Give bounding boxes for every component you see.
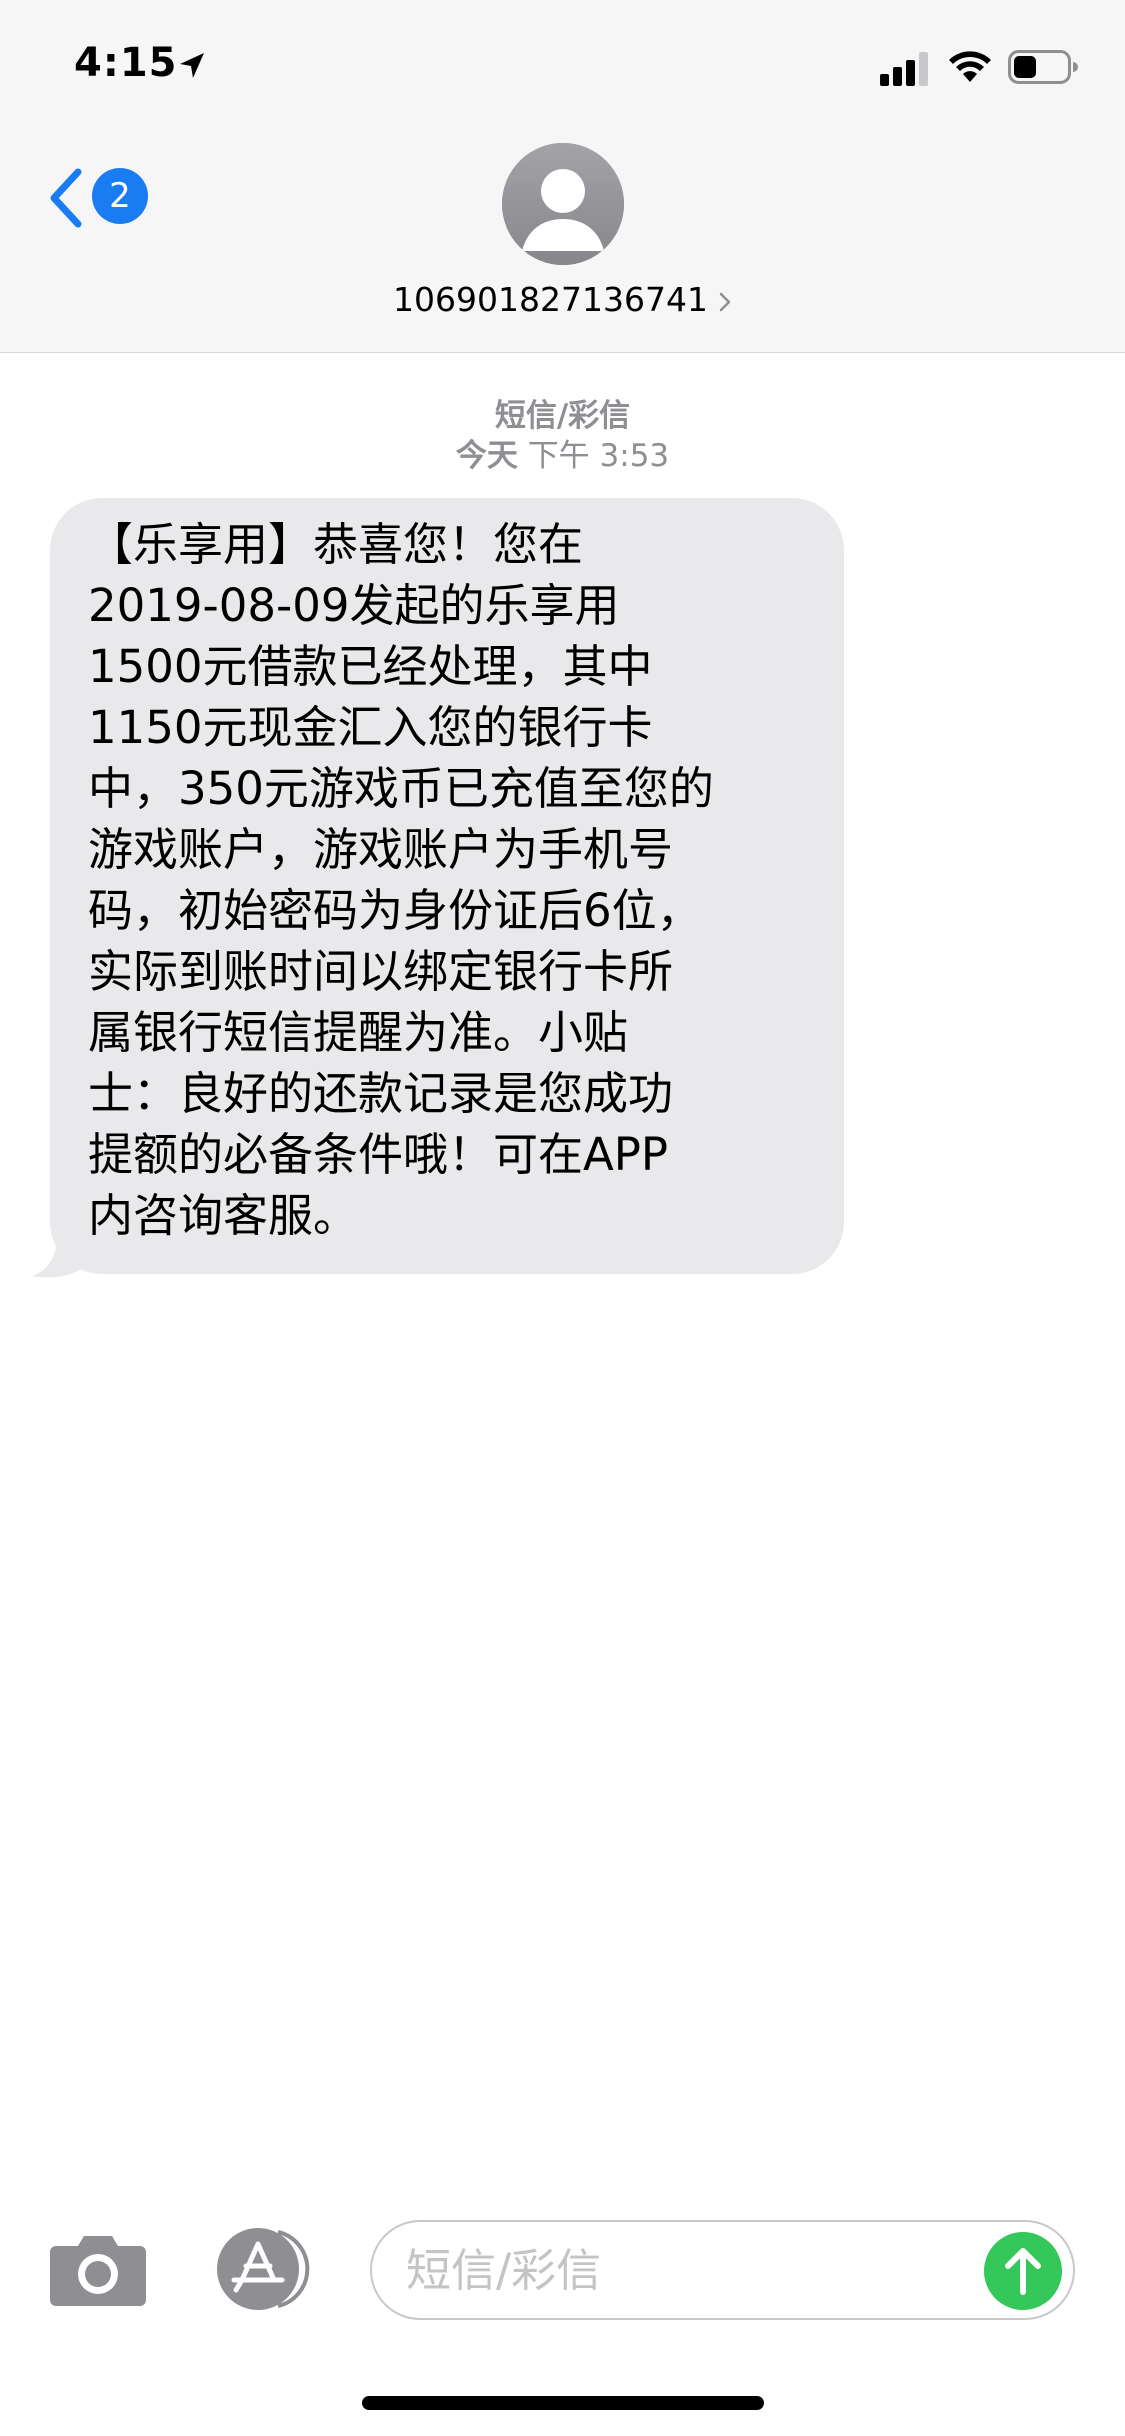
person-silhouette-icon — [502, 143, 624, 265]
chevron-left-icon — [50, 168, 82, 228]
arrow-up-icon — [1005, 2248, 1041, 2295]
battery-icon — [1008, 50, 1078, 84]
status-time: 4:15 — [74, 40, 178, 86]
camera-button[interactable] — [50, 2232, 146, 2306]
unread-count-badge: 2 — [92, 168, 148, 224]
chevron-right-icon — [719, 292, 731, 311]
contact-info-link[interactable]: 106901827136741 — [0, 280, 1125, 324]
send-button[interactable] — [984, 2232, 1062, 2310]
message-text: 【乐享用】恭喜您！您在 2019-08-09发起的乐享用 1500元借款已经处理… — [88, 518, 714, 1242]
contact-number: 106901827136741 — [393, 280, 708, 319]
message-composer — [370, 2220, 1075, 2320]
location-arrow-icon — [180, 53, 204, 78]
app-store-button[interactable] — [208, 2228, 318, 2310]
message-timestamp: 今天 下午 3:53 — [0, 430, 1125, 475]
cellular-signal-icon — [880, 52, 928, 86]
back-button[interactable]: 2 — [46, 160, 156, 236]
message-time: 下午 3:53 — [527, 438, 670, 474]
home-indicator[interactable] — [362, 2396, 764, 2410]
message-day: 今天 — [455, 438, 518, 474]
wifi-icon — [949, 51, 991, 82]
contact-avatar[interactable] — [502, 143, 624, 265]
message-input[interactable] — [406, 2240, 966, 2300]
messages-screen: 4:15 2 106901827136741 短信/彩信 今天 下午 3:53 … — [0, 0, 1125, 2436]
conversation-header: 4:15 2 106901827136741 — [0, 0, 1125, 353]
message-type-label: 短信/彩信 — [494, 398, 631, 434]
camera-icon — [50, 2236, 146, 2306]
app-store-icon — [217, 2228, 310, 2310]
bubble-tail — [32, 1228, 88, 1278]
